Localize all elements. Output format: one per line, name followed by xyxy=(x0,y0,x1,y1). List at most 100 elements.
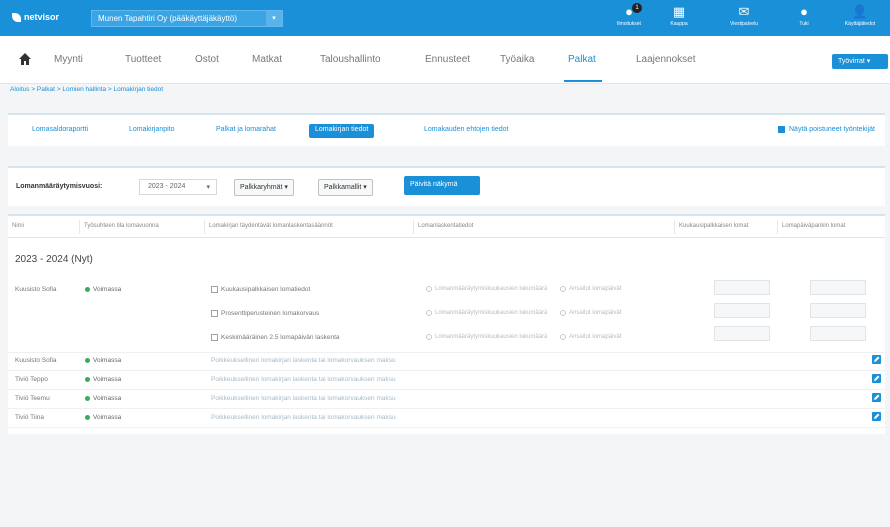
show-former-employees-label: Näytä poistuneet työntekijät xyxy=(789,126,875,133)
top-bar: netvisor Munen Tapahtiri Oy (pääkäyttäjä… xyxy=(0,0,890,36)
calc-option-radio[interactable]: Ansaitut lomapäivät xyxy=(560,310,621,316)
holiday-bank-input[interactable] xyxy=(810,303,866,318)
company-selector[interactable]: Munen Tapahtiri Oy (pääkäyttäjäkäyttö) ▾ xyxy=(91,10,283,27)
table-header: Nimi Työsuhteen tila lomavuonna Lomakirj… xyxy=(8,216,885,238)
employee-name[interactable]: Tiviö Tiina xyxy=(15,414,44,421)
edit-icon[interactable] xyxy=(872,393,881,402)
calc-option-label: Lomanmääräytymiskuukausien lukumäärä xyxy=(435,334,548,340)
col-header-holiday-bank[interactable]: Lomapäiväpankin lomat xyxy=(782,223,845,229)
salary-models-dropdown[interactable]: Palkkamallit ▾ xyxy=(318,179,373,196)
rule-checkbox[interactable]: Prosenttiperusteinen lomakorvaus xyxy=(211,310,319,317)
nav-item-tyoaika[interactable]: Työaika xyxy=(500,54,534,65)
status-dot-icon xyxy=(85,358,90,363)
employee-name[interactable]: Tiviö Teppo xyxy=(15,376,48,383)
col-header-name[interactable]: Nimi xyxy=(12,223,24,229)
nav-item-matkat[interactable]: Matkat xyxy=(252,54,282,65)
row-divider xyxy=(8,389,885,390)
employee-name[interactable]: Kuusisto Sofia xyxy=(15,286,57,293)
radio-icon xyxy=(560,334,566,340)
year-select-value: 2023 - 2024 xyxy=(148,183,186,190)
nav-item-ostot[interactable]: Ostot xyxy=(195,54,219,65)
rule-summary: Poikkeuksellinen lomakirjan laskenta tai… xyxy=(211,357,396,364)
nav-item-laajennokset[interactable]: Laajennokset xyxy=(636,54,696,65)
nav-item-tuotteet[interactable]: Tuotteet xyxy=(125,54,161,65)
calc-option-label: Ansaitut lomapäivät xyxy=(569,286,622,292)
edit-icon[interactable] xyxy=(872,355,881,364)
col-header-rules[interactable]: Lomakirjan täydentävät lomanlaskentasään… xyxy=(209,223,333,229)
checkbox-icon xyxy=(211,310,218,317)
help-icon: ● xyxy=(800,4,808,19)
chevron-down-icon: ▾ xyxy=(206,184,210,191)
nav-item-taloushallinto[interactable]: Taloushallinto xyxy=(320,54,381,65)
employment-status: Voimassa xyxy=(85,357,121,364)
store-button[interactable]: ▦ Kauppa xyxy=(659,4,699,34)
notifications-button[interactable]: ● 1 Ilmoitukset xyxy=(609,3,649,34)
company-name: Munen Tapahtiri Oy (pääkäyttäjäkäyttö) xyxy=(98,14,238,23)
rule-checkbox[interactable]: Kuukausipalkkaisen lomatiedot xyxy=(211,286,310,293)
filter-panel: Lomanmääräytymisvuosi: 2023 - 2024 ▾ Pal… xyxy=(8,166,885,206)
monthly-holidays-input[interactable] xyxy=(714,303,770,318)
nav-item-palkat[interactable]: Palkat xyxy=(568,54,596,65)
calc-option-radio[interactable]: Lomanmääräytymiskuukausien lukumäärä xyxy=(426,310,547,316)
user-label: Käyttäjätiedot xyxy=(844,21,876,27)
radio-icon xyxy=(560,310,566,316)
netvisor-logo[interactable]: netvisor xyxy=(12,12,59,22)
nav-item-myynti[interactable]: Myynti xyxy=(54,54,83,65)
rule-label: Kuukausipalkkaisen lomatiedot xyxy=(221,286,311,293)
salary-groups-dropdown[interactable]: Palkkaryhmät ▾ xyxy=(234,179,294,196)
edit-icon[interactable] xyxy=(872,412,881,421)
year-select[interactable]: 2023 - 2024 ▾ xyxy=(139,179,217,195)
row-divider xyxy=(8,352,885,353)
tab-lomakauden-ehdot[interactable]: Lomakauden ehtojen tiedot xyxy=(418,124,514,138)
radio-icon xyxy=(426,286,432,292)
calc-option-label: Lomanmääräytymiskuukausien lukumäärä xyxy=(435,286,548,292)
checkbox-icon xyxy=(211,334,218,341)
calc-option-radio[interactable]: Ansaitut lomapäivät xyxy=(560,286,621,292)
chevron-down-icon[interactable]: ▾ xyxy=(266,11,282,26)
calc-option-label: Ansaitut lomapäivät xyxy=(569,334,622,340)
holiday-bank-input[interactable] xyxy=(810,326,866,341)
calc-option-radio[interactable]: Lomanmääräytymiskuukausien lukumäärä xyxy=(426,334,547,340)
radio-icon xyxy=(560,286,566,292)
employment-status: Voimassa xyxy=(85,414,121,421)
tab-palkat-ja-lomarahat[interactable]: Palkat ja lomarahat xyxy=(210,124,282,138)
user-button[interactable]: 👤 Käyttäjätiedot xyxy=(840,4,880,34)
show-former-employees-checkbox[interactable]: Näytä poistuneet työntekijät xyxy=(778,126,875,133)
workflows-button[interactable]: Työvirrat ▾ xyxy=(832,54,888,69)
monthly-holidays-input[interactable] xyxy=(714,280,770,295)
home-icon[interactable] xyxy=(18,52,32,66)
employee-name[interactable]: Tiviö Teemu xyxy=(15,395,50,402)
employment-status: Voimassa xyxy=(85,376,121,383)
tab-lomasaldoraportti[interactable]: Lomasaldoraportti xyxy=(26,124,94,138)
radio-icon xyxy=(426,310,432,316)
employment-status: Voimassa xyxy=(85,286,121,293)
help-label: Tuki xyxy=(799,21,809,27)
monthly-holidays-input[interactable] xyxy=(714,326,770,341)
notifications-icon: ● xyxy=(625,4,633,19)
col-header-monthly-holidays[interactable]: Kuukausipalkkaisen lomat xyxy=(679,223,748,229)
status-dot-icon xyxy=(85,396,90,401)
tab-lomakirjan-tiedot[interactable]: Lomakirjan tiedot xyxy=(309,124,375,138)
rule-label: Prosenttiperusteinen lomakorvaus xyxy=(221,310,320,317)
breadcrumb[interactable]: Aloitus > Palkat > Lomien hallinta > Lom… xyxy=(10,86,163,93)
calc-option-radio[interactable]: Ansaitut lomapäivät xyxy=(560,334,621,340)
subtabs-panel: Lomasaldoraportti Lomakirjanpito Palkat … xyxy=(8,113,885,146)
calc-option-label: Ansaitut lomapäivät xyxy=(569,310,622,316)
row-divider xyxy=(8,408,885,409)
edit-icon[interactable] xyxy=(872,374,881,383)
nav-item-ennusteet[interactable]: Ennusteet xyxy=(425,54,470,65)
rule-checkbox[interactable]: Keskimääräinen 2.5 lomapäivän laskenta xyxy=(211,334,340,341)
status-dot-icon xyxy=(85,415,90,420)
rule-summary: Poikkeuksellinen lomakirjan laskenta tai… xyxy=(211,414,396,421)
help-button[interactable]: ● Tuki xyxy=(784,4,824,34)
col-header-employment-status[interactable]: Työsuhteen tila lomavuonna xyxy=(84,223,159,229)
year-filter-label: Lomanmääräytymisvuosi: xyxy=(16,183,103,190)
col-header-calc-info[interactable]: Lomanlaskentatiedot xyxy=(418,223,473,229)
messages-button[interactable]: ✉ Viestipalvelu xyxy=(724,4,764,34)
holiday-bank-input[interactable] xyxy=(810,280,866,295)
main-navigation: Myynti Tuotteet Ostot Matkat Taloushalli… xyxy=(0,36,890,84)
refresh-view-button[interactable]: Päivitä näkymä xyxy=(404,176,480,195)
calc-option-radio[interactable]: Lomanmääräytymiskuukausien lukumäärä xyxy=(426,286,547,292)
employee-name[interactable]: Kuusisto Sofia xyxy=(15,357,57,364)
tab-lomakirjanpito[interactable]: Lomakirjanpito xyxy=(123,124,181,138)
